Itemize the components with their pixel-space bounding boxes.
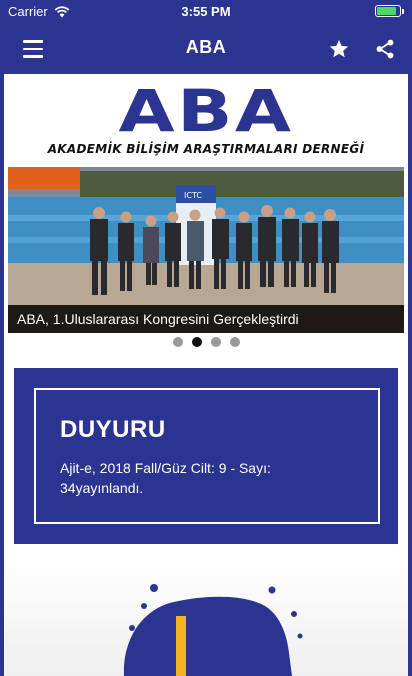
status-right	[375, 5, 404, 17]
aba-logo: ABA AKADEMİK BİLİŞİM ARAŞTIRMALARI DERNE…	[4, 82, 408, 162]
battery-icon	[375, 5, 401, 17]
slider-dot[interactable]	[210, 337, 221, 347]
bottom-section	[4, 558, 408, 676]
content-area: ABA AKADEMİK BİLİŞİM ARAŞTIRMALARI DERNE…	[4, 74, 408, 676]
slider-pagination[interactable]	[4, 337, 408, 347]
favorite-button[interactable]	[324, 34, 354, 64]
image-slider[interactable]: ICTC ABA, 1.Uluslararası Kongresini Gerç…	[8, 167, 404, 333]
announcement-text: Ajit-e, 2018 Fall/Güz Cilt: 9 - Sayı: 34…	[60, 460, 271, 496]
star-icon	[329, 39, 349, 58]
logo-main-text: ABA	[118, 77, 294, 145]
status-bar: Carrier 3:55 PM	[0, 0, 412, 24]
announcement-card[interactable]: DUYURU Ajit-e, 2018 Fall/Güz Cilt: 9 - S…	[14, 368, 398, 544]
nav-bar: ABA	[0, 24, 412, 74]
battery-tip	[402, 8, 404, 14]
banner-text: ICTC	[184, 191, 202, 200]
slide-caption: ABA, 1.Uluslararası Kongresini Gerçekleş…	[8, 305, 404, 333]
share-button[interactable]	[370, 34, 400, 64]
ink-splash-graphic	[123, 584, 303, 676]
announcement-title: DUYURU	[60, 416, 166, 443]
battery-fill	[377, 7, 396, 15]
slider-dot[interactable]	[229, 337, 240, 347]
announcement-frame: DUYURU Ajit-e, 2018 Fall/Güz Cilt: 9 - S…	[34, 388, 380, 524]
slider-dot[interactable]	[172, 337, 183, 347]
slider-dot[interactable]	[191, 337, 202, 347]
status-time: 3:55 PM	[181, 4, 231, 19]
share-icon	[376, 39, 394, 59]
